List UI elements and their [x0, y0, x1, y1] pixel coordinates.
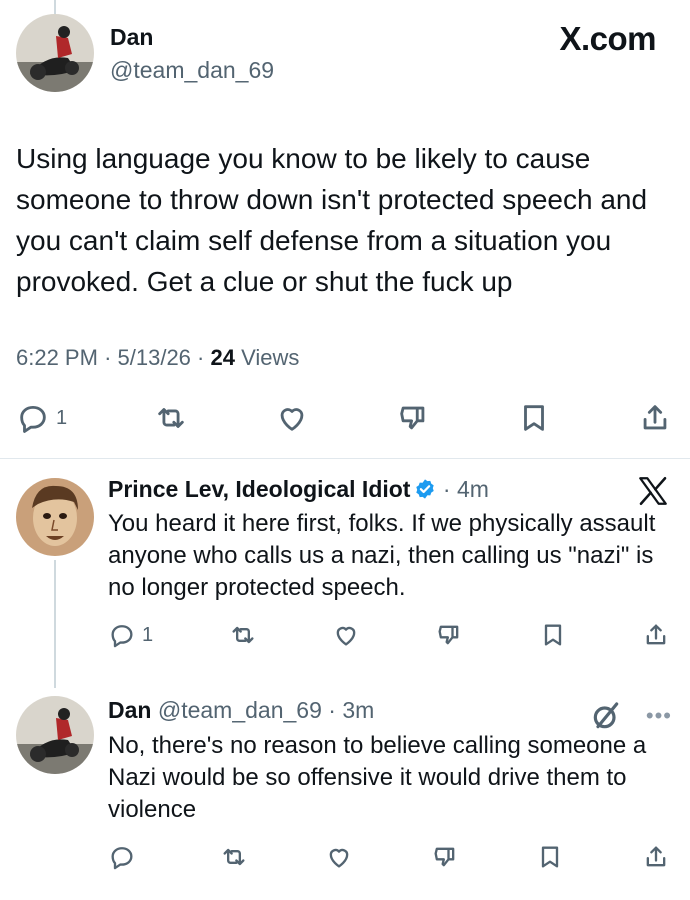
- reply-button[interactable]: 1: [108, 621, 153, 649]
- grok-icon[interactable]: [590, 700, 622, 732]
- bookmark-icon: [542, 846, 559, 868]
- bookmark-icon: [524, 405, 544, 431]
- share-icon: [646, 846, 666, 867]
- author-name[interactable]: Dan: [108, 697, 151, 723]
- reply-actions: [108, 842, 670, 872]
- tweet-text: Using language you know to be likely to …: [16, 143, 648, 297]
- reply-actions: 1: [108, 620, 670, 650]
- tweet-actions: 1: [16, 400, 672, 436]
- thumbs-down-icon: [434, 847, 455, 867]
- like-button[interactable]: [332, 621, 360, 649]
- repost-icon: [223, 848, 245, 866]
- bookmark-button[interactable]: [517, 401, 551, 435]
- thread-line: [54, 560, 56, 688]
- more-options-icon[interactable]: •••: [646, 703, 672, 729]
- reply-button[interactable]: 1: [16, 401, 67, 435]
- repost-button[interactable]: [154, 401, 188, 435]
- reply-count: 1: [56, 406, 68, 429]
- thumbs-down-icon: [400, 406, 425, 430]
- reply-icon: [20, 405, 46, 433]
- share-icon: [646, 624, 666, 645]
- meta-separator: ·: [442, 476, 457, 502]
- reply-corner-icons: •••: [590, 700, 672, 732]
- dislike-button[interactable]: [431, 843, 459, 871]
- meta-separator: ·: [321, 697, 343, 723]
- divider: [0, 458, 690, 459]
- reply-header: Prince Lev, Ideological Idiot · 4m: [108, 476, 489, 503]
- like-button[interactable]: [325, 843, 353, 871]
- avatar[interactable]: [16, 478, 94, 556]
- tweet-date[interactable]: 5/13/26: [118, 345, 191, 370]
- repost-icon: [158, 408, 184, 428]
- reply-header: Dan @team_dan_69 · 3m: [108, 697, 374, 724]
- reply-text: No, there's no reason to believe calling…: [108, 732, 647, 823]
- share-button[interactable]: [638, 401, 672, 435]
- avatar[interactable]: [16, 14, 94, 92]
- like-button[interactable]: [275, 401, 309, 435]
- repost-button[interactable]: [229, 621, 257, 649]
- reply-icon: [111, 625, 133, 648]
- reply-icon: [111, 847, 133, 870]
- reply-age[interactable]: 4m: [457, 476, 489, 502]
- dislike-button[interactable]: [396, 401, 430, 435]
- author-handle[interactable]: @team_dan_69: [158, 697, 322, 723]
- heart-icon: [336, 626, 356, 646]
- avatar[interactable]: [16, 696, 94, 774]
- tweet-meta: 6:22 PM · 5/13/26 · 24 Views: [16, 345, 299, 371]
- views-count: 24: [210, 345, 235, 370]
- heart-icon: [329, 848, 349, 868]
- author-name[interactable]: Dan: [110, 24, 153, 51]
- thread-line-top: [54, 0, 56, 14]
- bookmark-button[interactable]: [539, 621, 567, 649]
- tweet-time[interactable]: 6:22 PM: [16, 345, 98, 370]
- share-button[interactable]: [642, 843, 670, 871]
- meta-separator: ·: [104, 345, 118, 370]
- verified-badge-icon: [416, 479, 435, 499]
- reply-text: You heard it here first, folks. If we ph…: [108, 510, 656, 601]
- reply-count: 1: [142, 623, 154, 646]
- heart-icon: [280, 408, 304, 431]
- dislike-button[interactable]: [435, 621, 463, 649]
- x-logo-icon[interactable]: [636, 474, 670, 508]
- views-label: Views: [241, 345, 300, 370]
- repost-button[interactable]: [220, 843, 248, 871]
- thumbs-down-icon: [438, 625, 459, 645]
- meta-separator: ·: [197, 345, 211, 370]
- reply-age[interactable]: 3m: [342, 697, 374, 723]
- site-label: X.com: [559, 20, 656, 57]
- bookmark-icon: [544, 624, 561, 646]
- reply-button[interactable]: [108, 843, 142, 871]
- bookmark-button[interactable]: [536, 843, 564, 871]
- share-button[interactable]: [642, 621, 670, 649]
- repost-icon: [232, 626, 253, 644]
- author-handle[interactable]: @team_dan_69: [110, 57, 274, 84]
- author-name[interactable]: Prince Lev, Ideological Idiot: [108, 476, 410, 502]
- share-icon: [643, 405, 667, 430]
